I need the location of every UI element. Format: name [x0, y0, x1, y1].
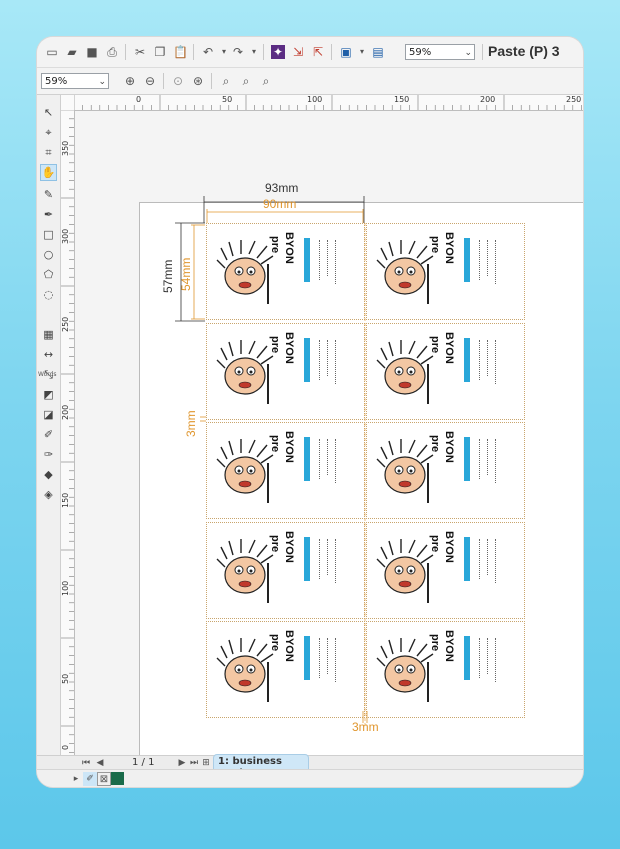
eyedropper-tool-icon[interactable]: ✐: [41, 427, 56, 442]
ruler-label: 0: [136, 95, 142, 104]
color-swatch[interactable]: [111, 772, 124, 785]
separator: [193, 44, 194, 60]
play-icon[interactable]: ▸: [69, 772, 83, 786]
drawing-canvas[interactable]: BYON pre BYON pre BYON pre BYON pre BYON pre BYON p…: [75, 111, 583, 755]
ruler-label: 0: [61, 744, 70, 750]
blend-tool-icon[interactable]: ◩: [41, 387, 56, 402]
property-zoom-select[interactable]: 59% ⌄: [41, 73, 109, 89]
pan-tool-icon[interactable]: ✋: [40, 164, 57, 181]
color-palette-bar: ▸ ✐ ⊠: [37, 769, 583, 787]
zoom-page-width-icon[interactable]: ⌕: [239, 74, 253, 88]
add-page-icon[interactable]: ⊞: [199, 756, 213, 770]
zoom-page-icon[interactable]: ⌕: [219, 74, 233, 88]
paste-label: Paste (P) 3: [488, 43, 560, 59]
basic-shapes-icon[interactable]: ◌: [41, 287, 56, 302]
ruler-label: 50: [222, 95, 233, 104]
vertical-ruler-ticks: [61, 110, 74, 753]
dimension-lines: [175, 196, 368, 726]
redo-icon[interactable]: ↷: [231, 45, 245, 59]
import-icon[interactable]: ⇲: [291, 45, 305, 59]
first-page-icon[interactable]: ⏮: [79, 756, 93, 770]
rectangle-tool-icon[interactable]: □: [41, 227, 56, 242]
shape-tool-icon[interactable]: ⌖: [41, 125, 56, 140]
application-launcher-icon[interactable]: ▣: [339, 45, 353, 59]
ruler-label: 200: [61, 404, 70, 420]
zoom-out-icon[interactable]: ⊖: [143, 74, 157, 88]
chevron-down-icon: ⌄: [98, 77, 106, 87]
separator: [163, 73, 164, 89]
previous-page-icon[interactable]: ◀: [93, 756, 107, 770]
ruler-label: 250: [566, 95, 582, 104]
pick-tool-icon[interactable]: ↖: [41, 105, 56, 120]
save-icon[interactable]: ■: [85, 45, 99, 59]
separator: [263, 44, 264, 60]
gap-bottom-dimension: 3mm: [352, 720, 379, 734]
separator: [125, 44, 126, 60]
eyedropper-icon[interactable]: ✐: [83, 772, 97, 786]
polygon-tool-icon[interactable]: ⬠: [41, 267, 56, 282]
crop-tool-icon[interactable]: ⌗: [41, 145, 56, 160]
property-zoom-value: 59%: [45, 76, 68, 87]
ruler-label: 50: [61, 673, 70, 684]
separator: [482, 44, 483, 60]
connector-tool-icon[interactable]: ⤡: [41, 367, 56, 382]
undo-icon[interactable]: ↶: [201, 45, 215, 59]
fill-tool-icon[interactable]: ◆: [41, 467, 56, 482]
property-bar: 59% ⌄ ⊕ ⊖ ⊙ ⊛ ⌕ ⌕ ⌕: [37, 68, 583, 95]
separator: [211, 73, 212, 89]
export-icon[interactable]: ⇱: [311, 45, 325, 59]
table-tool-icon[interactable]: ▦: [41, 327, 56, 342]
inner-width-dimension: 90mm: [263, 197, 297, 211]
horizontal-ruler[interactable]: 0 50 100 150 200 250: [74, 95, 583, 111]
welcome-screen-icon[interactable]: ▤: [371, 45, 385, 59]
ruler-label: 350: [61, 140, 70, 156]
zoom-page-height-icon[interactable]: ⌕: [259, 74, 273, 88]
standard-toolbar: ▭ ▰ ■ ⎙ ✂ ❐ 📋 ↶ ▾ ↷ ▾ ✦ ⇲ ⇱ ▣ ▾ ▤ 59% ⌄ …: [37, 37, 583, 68]
ruler-label: 300: [61, 228, 70, 244]
undo-dropdown-icon[interactable]: ▾: [217, 45, 231, 59]
redo-dropdown-icon[interactable]: ▾: [247, 45, 261, 59]
print-icon[interactable]: ⎙: [105, 45, 119, 59]
open-folder-icon[interactable]: ▰: [65, 45, 79, 59]
zoom-in-icon[interactable]: ⊕: [123, 74, 137, 88]
launcher-dropdown-icon[interactable]: ▾: [355, 45, 369, 59]
ruler-label: 250: [61, 316, 70, 332]
interactive-fill-icon[interactable]: ◈: [41, 487, 56, 502]
search-content-icon[interactable]: ✦: [271, 45, 285, 59]
ruler-label: 100: [61, 580, 70, 596]
zoom-selected-icon[interactable]: ⊙: [171, 74, 185, 88]
artistic-media-icon[interactable]: ✒: [41, 207, 56, 222]
cut-icon[interactable]: ✂: [133, 45, 147, 59]
copy-icon[interactable]: ❐: [153, 45, 167, 59]
paste-icon[interactable]: 📋: [173, 45, 188, 59]
vertical-ruler[interactable]: 350 300 250 200 150 100 50 0: [61, 110, 75, 755]
outer-width-dimension: 93mm: [265, 181, 299, 195]
zoom-all-objects-icon[interactable]: ⊛: [191, 74, 205, 88]
app-window: ▭ ▰ ■ ⎙ ✂ ❐ 📋 ↶ ▾ ↷ ▾ ✦ ⇲ ⇱ ▣ ▾ ▤ 59% ⌄ …: [37, 37, 583, 787]
dimension-tool-icon[interactable]: ↔: [41, 347, 56, 362]
freehand-tool-icon[interactable]: ✎: [41, 187, 56, 202]
ruler-label: 100: [307, 95, 323, 104]
new-document-icon[interactable]: ▭: [45, 45, 59, 59]
ruler-origin-corner[interactable]: [61, 95, 75, 111]
horizontal-ruler-ticks: [74, 95, 582, 110]
ruler-label: 150: [394, 95, 410, 104]
chevron-down-icon: ⌄: [464, 48, 472, 58]
inner-height-dimension: 54mm: [179, 257, 193, 291]
separator: [331, 44, 332, 60]
gap-vertical-dimension: 3mm: [184, 410, 198, 437]
transparency-tool-icon[interactable]: ◪: [41, 407, 56, 422]
outline-pen-icon[interactable]: ✑: [41, 447, 56, 462]
zoom-level-select[interactable]: 59% ⌄: [405, 44, 475, 60]
outer-height-dimension: 57mm: [161, 259, 175, 293]
page-indicator: 1 / 1: [132, 757, 155, 768]
page-navigator-bar: ⏮ ◀ 1 / 1 ▶ ⏭ ⊞: [37, 755, 583, 770]
no-color-swatch-icon[interactable]: ⊠: [97, 772, 111, 786]
ruler-label: 200: [480, 95, 496, 104]
zoom-level-value: 59%: [409, 47, 432, 58]
ellipse-tool-icon[interactable]: ○: [41, 247, 56, 262]
toolbox: ↖ ⌖ ⌗ ✋ ✎ ✒ □ ○ ⬠ ◌ Words ▦ ↔ ⤡ ◩ ◪ ✐ ✑ …: [37, 95, 61, 755]
ruler-label: 150: [61, 492, 70, 508]
